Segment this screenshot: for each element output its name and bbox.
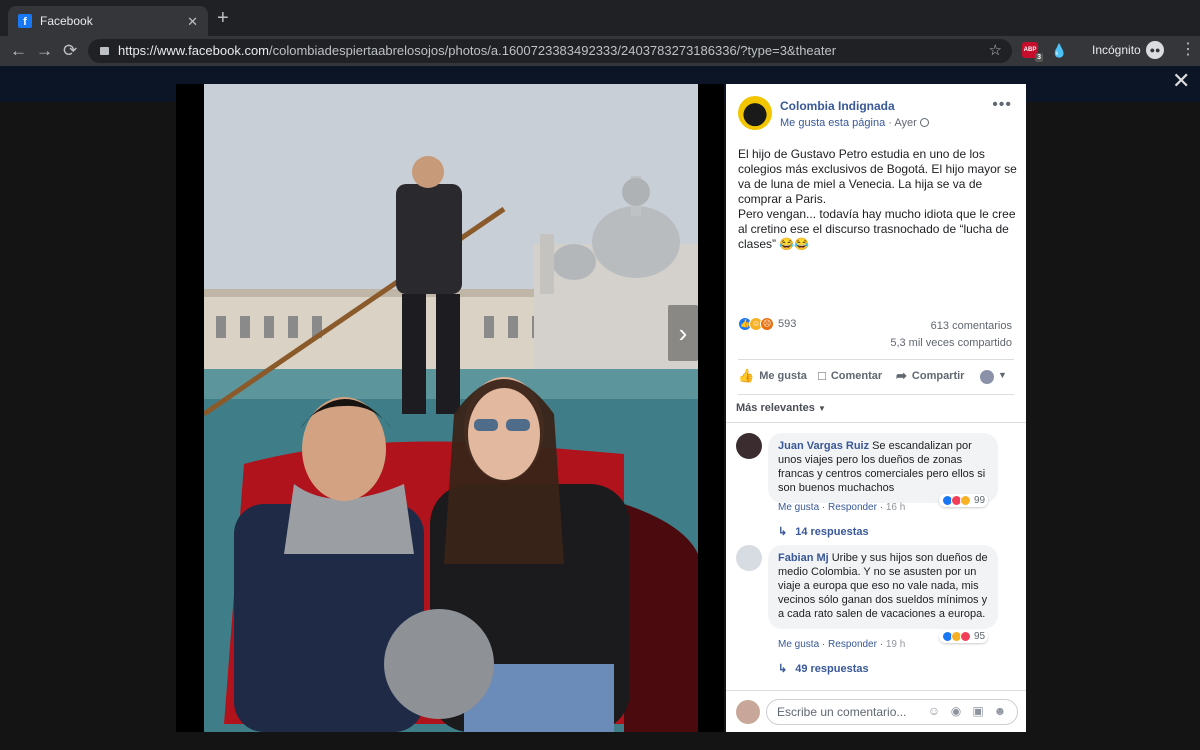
like-page-link[interactable]: Me gusta esta página <box>780 117 885 129</box>
back-button[interactable]: ← <box>10 40 27 62</box>
comment-time[interactable]: 19 h <box>886 639 905 650</box>
replies-count: 14 respuestas <box>795 526 869 538</box>
incognito-icon[interactable]: ●● <box>1146 41 1164 59</box>
shares-count-link[interactable]: 5,3 mil veces compartido <box>890 337 1012 349</box>
url-field[interactable]: https://www.facebook.com/colombiadespier… <box>88 39 1012 63</box>
commenter-avatar[interactable] <box>736 433 762 459</box>
comment-placeholder: Escribe un comentario... <box>777 705 907 719</box>
comment-bubble: Fabian Mj Uribe y sus hijos son dueños de… <box>768 545 998 629</box>
comment-reply-link[interactable]: Responder <box>828 502 877 513</box>
comment-icon: □ <box>818 368 826 383</box>
commenter-avatar[interactable] <box>736 545 762 571</box>
comment-composer: Escribe un comentario... ☺ ◉ ▣ ☻ <box>726 690 1026 732</box>
adblock-label: ABP <box>1023 47 1037 53</box>
bookmark-star-icon[interactable]: ☆ <box>989 39 1002 63</box>
post-text: El hijo de Gustavo Petro estudia en uno … <box>738 147 1018 252</box>
comment-label: Comentar <box>830 369 883 382</box>
comment-reactions[interactable]: 99 <box>939 494 989 507</box>
adblock-count: 3 <box>1035 53 1043 62</box>
gif-icon[interactable]: ▣ <box>971 704 985 718</box>
view-replies-link[interactable]: ↳ 49 respuestas <box>778 662 869 675</box>
divider <box>738 359 1014 360</box>
forward-button[interactable]: → <box>36 40 53 62</box>
comment-sort-dropdown[interactable]: Más relevantes ▼ <box>736 402 826 414</box>
reply-arrow-icon: ↳ <box>778 526 788 538</box>
drop-extension-icon[interactable]: 💧 <box>1051 43 1067 59</box>
browser-tab-bar: f Facebook ✕ + <box>0 0 1200 36</box>
user-avatar <box>736 700 760 724</box>
comment-author[interactable]: Fabian Mj <box>778 552 829 564</box>
url-path: /colombiadespiertaabrelosojos/photos/a.1… <box>269 43 837 58</box>
page-avatar[interactable] <box>738 96 772 130</box>
post-text-line: Pero vengan... todavía hay mucho idiota … <box>738 207 1016 251</box>
post-meta: Me gusta esta página · Ayer <box>780 117 929 129</box>
share-icon: ➦ <box>896 368 907 383</box>
reply-arrow-icon: ↳ <box>778 663 788 675</box>
address-bar: ← → ⟳ https://www.facebook.com/colombiad… <box>0 36 1200 66</box>
comment-like-link[interactable]: Me gusta <box>778 639 819 650</box>
comment-actions: Me gusta · Responder · 19 h <box>778 639 906 650</box>
thumbs-up-icon: 👍 <box>738 368 755 383</box>
lock-icon <box>100 47 109 55</box>
browser-menu-button[interactable]: ⋮ <box>1180 40 1196 60</box>
post-options-button[interactable]: ••• <box>992 96 1012 114</box>
meta-separator: · <box>888 117 892 129</box>
photo-stage: › <box>176 84 724 732</box>
post-text-line: El hijo de Gustavo Petro estudia en uno … <box>738 147 1017 206</box>
share-label: Compartir <box>911 370 965 382</box>
adblock-extension-icon[interactable]: ABP 3 <box>1022 42 1043 62</box>
page-name-link[interactable]: Colombia Indignada <box>780 99 895 113</box>
globe-icon <box>919 118 929 127</box>
chevron-down-icon: ▼ <box>817 404 826 413</box>
divider <box>738 394 1014 395</box>
post-panel: Colombia Indignada Me gusta esta página … <box>726 84 1026 732</box>
like-label: Me gusta <box>759 370 807 382</box>
new-tab-button[interactable]: + <box>217 8 229 28</box>
replies-count: 49 respuestas <box>795 663 869 675</box>
url-host: https://www.facebook.com <box>118 43 270 58</box>
camera-icon[interactable]: ◉ <box>949 704 963 718</box>
comment-author[interactable]: Juan Vargas Ruiz <box>778 440 869 452</box>
view-replies-link[interactable]: ↳ 14 respuestas <box>778 525 869 538</box>
venice-gondola-photo <box>204 84 698 732</box>
comment-actions: Me gusta · Responder · 16 h <box>778 502 906 513</box>
reaction-count: 593 <box>778 318 797 330</box>
chevron-down-icon[interactable]: ▼ <box>998 370 1007 380</box>
tab-facebook[interactable]: f Facebook ✕ <box>8 6 208 36</box>
next-photo-button[interactable]: › <box>668 305 698 361</box>
comment-reactions[interactable]: 95 <box>939 630 989 643</box>
post-time[interactable]: Ayer <box>894 117 916 129</box>
tab-title: Facebook <box>40 14 93 28</box>
comment-reply-link[interactable]: Responder <box>828 639 877 650</box>
haha-reaction-icon <box>960 495 971 506</box>
reload-button[interactable]: ⟳ <box>63 40 77 62</box>
emoji-icon[interactable]: ☺ <box>927 704 941 718</box>
close-tab-icon[interactable]: ✕ <box>187 14 198 30</box>
divider <box>726 422 1026 423</box>
like-button[interactable]: 👍 Me gusta <box>738 368 807 384</box>
reaction-summary[interactable]: 👍 ☺ ☹ 593 <box>738 317 796 331</box>
comment-bubble: Juan Vargas Ruiz Se escandalizan por unos… <box>768 433 998 503</box>
comment-reaction-count: 95 <box>974 631 986 642</box>
angry-reaction-icon: ☹ <box>760 317 774 331</box>
incognito-label: Incógnito <box>1092 43 1141 57</box>
comment-reaction-count: 99 <box>974 495 986 506</box>
sort-label: Más relevantes <box>736 402 815 414</box>
close-viewer-icon[interactable]: ✕ <box>1172 70 1190 92</box>
comment-button[interactable]: □ Comentar <box>818 368 882 383</box>
comment-time[interactable]: 16 h <box>886 502 905 513</box>
comment-like-link[interactable]: Me gusta <box>778 502 819 513</box>
share-button[interactable]: ➦ Compartir <box>896 368 964 384</box>
post-as-avatar[interactable] <box>980 370 994 384</box>
post-photo[interactable] <box>204 84 698 732</box>
sticker-icon[interactable]: ☻ <box>993 704 1007 718</box>
facebook-favicon-icon: f <box>18 14 32 28</box>
comment-input[interactable]: Escribe un comentario... ☺ ◉ ▣ ☻ <box>766 699 1018 725</box>
love-reaction-icon <box>960 631 971 642</box>
comments-count-link[interactable]: 613 comentarios <box>931 320 1012 332</box>
